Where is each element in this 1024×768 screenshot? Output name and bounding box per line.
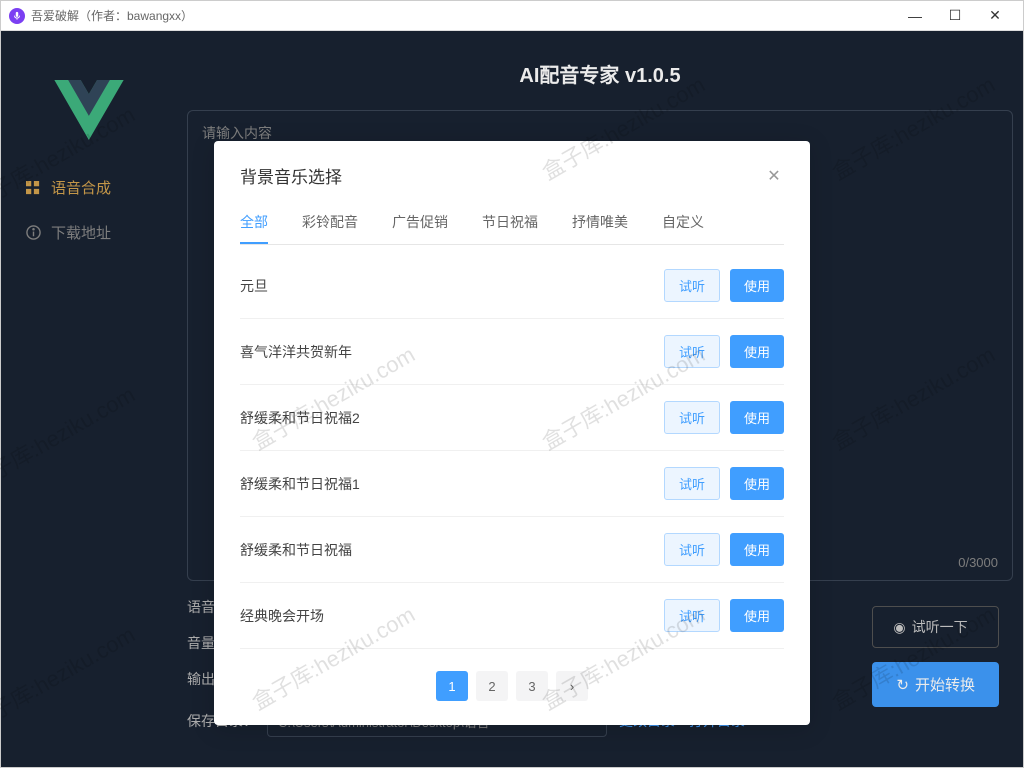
titlebar: 吾爱破解（作者：bawangxx） — ☐ ✕ [1,1,1023,31]
listen-button[interactable]: 试听 [664,269,720,302]
music-name: 喜气洋洋共贺新年 [240,342,352,362]
music-item: 舒缓柔和节日祝福 试听 使用 [240,517,784,583]
music-name: 舒缓柔和节日祝福1 [240,474,360,494]
page-1[interactable]: 1 [436,671,468,701]
maximize-button[interactable]: ☐ [935,2,975,30]
music-list: 元旦 试听 使用 喜气洋洋共贺新年 试听 使用 舒缓柔和节日祝福2 试听 使用 … [240,253,784,649]
modal-tabs: 全部 彩铃配音 广告促销 节日祝福 抒情唯美 自定义 [240,202,784,245]
use-button[interactable]: 使用 [730,269,784,302]
pagination: 1 2 3 › [240,671,784,701]
music-item: 舒缓柔和节日祝福1 试听 使用 [240,451,784,517]
modal-overlay: 背景音乐选择 ✕ 全部 彩铃配音 广告促销 节日祝福 抒情唯美 自定义 元旦 试… [1,31,1023,767]
music-actions: 试听 使用 [664,467,784,500]
music-item: 喜气洋洋共贺新年 试听 使用 [240,319,784,385]
music-actions: 试听 使用 [664,335,784,368]
app-icon [9,8,25,24]
listen-button[interactable]: 试听 [664,401,720,434]
tab-all[interactable]: 全部 [240,202,268,244]
music-actions: 试听 使用 [664,599,784,632]
listen-button[interactable]: 试听 [664,467,720,500]
modal-close-button[interactable]: ✕ [764,166,784,186]
music-name: 元旦 [240,276,268,296]
use-button[interactable]: 使用 [730,467,784,500]
page-3[interactable]: 3 [516,671,548,701]
tab-ringtone[interactable]: 彩铃配音 [302,202,358,244]
music-name: 舒缓柔和节日祝福2 [240,408,360,428]
close-button[interactable]: ✕ [975,2,1015,30]
music-actions: 试听 使用 [664,269,784,302]
listen-button[interactable]: 试听 [664,533,720,566]
use-button[interactable]: 使用 [730,599,784,632]
window-controls: — ☐ ✕ [895,2,1015,30]
bgm-modal: 背景音乐选择 ✕ 全部 彩铃配音 广告促销 节日祝福 抒情唯美 自定义 元旦 试… [214,141,810,725]
listen-button[interactable]: 试听 [664,335,720,368]
page-next[interactable]: › [556,671,588,701]
music-item: 元旦 试听 使用 [240,253,784,319]
minimize-button[interactable]: — [895,2,935,30]
page-2[interactable]: 2 [476,671,508,701]
tab-custom[interactable]: 自定义 [662,202,704,244]
use-button[interactable]: 使用 [730,533,784,566]
listen-button[interactable]: 试听 [664,599,720,632]
window-title: 吾爱破解（作者：bawangxx） [31,7,895,24]
tab-lyrical[interactable]: 抒情唯美 [572,202,628,244]
modal-title: 背景音乐选择 [240,163,342,188]
tab-ad[interactable]: 广告促销 [392,202,448,244]
use-button[interactable]: 使用 [730,401,784,434]
music-name: 舒缓柔和节日祝福 [240,540,352,560]
app-window: 吾爱破解（作者：bawangxx） — ☐ ✕ 语音合成 下载地址 [0,0,1024,768]
music-item: 舒缓柔和节日祝福2 试听 使用 [240,385,784,451]
modal-header: 背景音乐选择 ✕ [240,163,784,188]
tab-holiday[interactable]: 节日祝福 [482,202,538,244]
music-actions: 试听 使用 [664,533,784,566]
use-button[interactable]: 使用 [730,335,784,368]
music-name: 经典晚会开场 [240,606,324,626]
chevron-right-icon: › [570,679,574,694]
music-actions: 试听 使用 [664,401,784,434]
music-item: 经典晚会开场 试听 使用 [240,583,784,649]
